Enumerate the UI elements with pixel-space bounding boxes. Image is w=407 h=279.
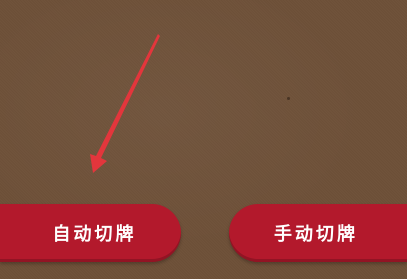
game-table-background: 自动切牌 手动切牌 [0,0,407,279]
auto-cut-cards-button[interactable]: 自动切牌 [0,204,181,262]
table-speck [287,97,290,100]
manual-cut-cards-button[interactable]: 手动切牌 [229,204,407,262]
